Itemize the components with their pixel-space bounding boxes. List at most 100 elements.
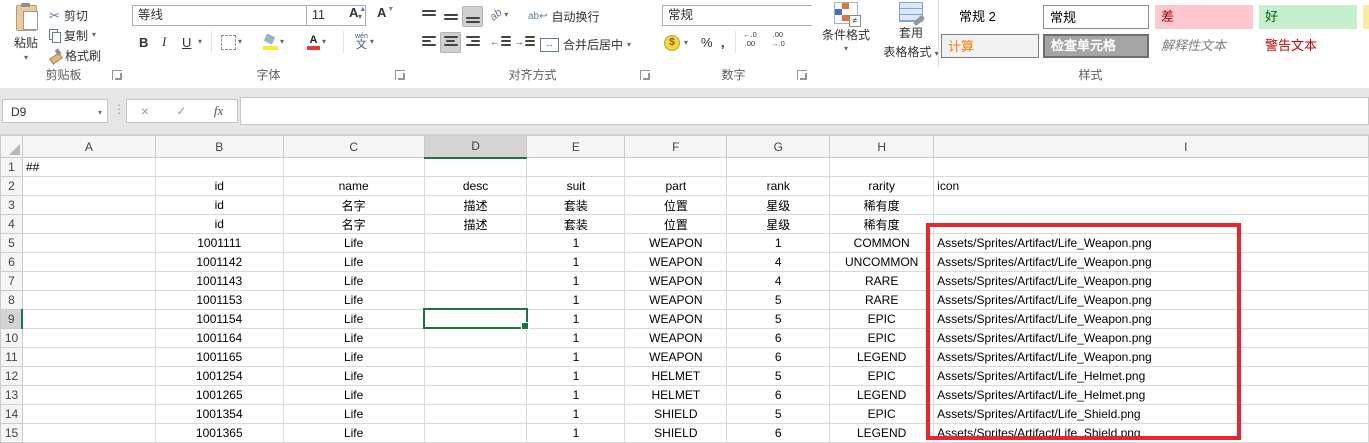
cell-G12[interactable]: 5 [727,367,830,386]
cell-A14[interactable] [22,405,155,424]
column-header-D[interactable]: D [424,136,527,158]
cell-E9[interactable]: 1 [527,310,625,329]
align-middle-button[interactable] [440,6,461,27]
cell-C9[interactable]: Life [283,310,424,329]
cell-style-chip-r2-3[interactable]: 警告文本 [1259,34,1357,58]
cell-G14[interactable]: 5 [727,405,830,424]
column-header-A[interactable]: A [22,136,155,158]
cell-G15[interactable]: 6 [727,424,830,443]
cell-H15[interactable]: LEGEND [830,424,934,443]
underline-caret[interactable]: ▾ [196,31,204,53]
cell-C12[interactable]: Life [283,367,424,386]
increase-indent-button[interactable]: → [514,36,535,49]
wrap-text-button[interactable]: ab↩ 自动换行 [528,8,600,25]
number-format-select[interactable]: 常规▾ [662,5,825,26]
cell-F4[interactable]: 位置 [625,215,727,234]
cell-E12[interactable]: 1 [527,367,625,386]
cell-D13[interactable] [424,386,527,405]
cell-style-chip-r2-1[interactable]: 检查单元格 [1043,34,1149,58]
cancel-icon[interactable]: × [141,103,149,119]
cell-B8[interactable]: 1001153 [155,291,283,310]
cell-F7[interactable]: WEAPON [625,272,727,291]
cell-H7[interactable]: RARE [830,272,934,291]
row-header-11[interactable]: 11 [1,348,23,367]
cell-B5[interactable]: 1001111 [155,234,283,253]
column-header-H[interactable]: H [830,136,934,158]
cell-F15[interactable]: SHIELD [625,424,727,443]
cell-I4[interactable] [934,215,1369,234]
row-header-15[interactable]: 15 [1,424,23,443]
cell-D14[interactable] [424,405,527,424]
accounting-format-button[interactable]: $▾ [664,35,688,51]
cell-G11[interactable]: 6 [727,348,830,367]
row-header-9[interactable]: 9 [1,310,23,329]
paste-button[interactable]: 粘贴 ▾ [4,3,48,65]
cell-G10[interactable]: 6 [727,329,830,348]
conditional-formatting-button[interactable]: ≠ 条件格式 ▾ [818,2,874,66]
clipboard-dialog-launcher-icon[interactable] [112,70,122,80]
row-header-12[interactable]: 12 [1,367,23,386]
cell-D15[interactable] [424,424,527,443]
select-all-corner[interactable] [1,136,23,158]
cell-D11[interactable] [424,348,527,367]
cell-C7[interactable]: Life [283,272,424,291]
row-header-1[interactable]: 1 [1,158,23,177]
merge-center-button[interactable]: ↔ 合并后居中 ▾ [540,36,631,53]
cell-D2[interactable]: desc [424,177,527,196]
cell-E11[interactable]: 1 [527,348,625,367]
cell-A7[interactable] [22,272,155,291]
row-header-8[interactable]: 8 [1,291,23,310]
row-header-7[interactable]: 7 [1,272,23,291]
cell-B13[interactable]: 1001265 [155,386,283,405]
align-bottom-button[interactable] [462,6,483,27]
cell-E3[interactable]: 套装 [527,196,625,215]
align-right-button[interactable] [462,32,483,53]
row-header-5[interactable]: 5 [1,234,23,253]
decrease-decimal-button[interactable]: .00 →.0 [771,31,785,47]
cell-G3[interactable]: 星级 [727,196,830,215]
cell-A5[interactable] [22,234,155,253]
increase-decimal-button[interactable]: ←.0 .00 [743,31,757,47]
cell-F6[interactable]: WEAPON [625,253,727,272]
cell-I12[interactable]: Assets/Sprites/Artifact/Life_Helmet.png [934,367,1369,386]
cell-D1[interactable] [424,158,527,177]
cell-I11[interactable]: Assets/Sprites/Artifact/Life_Weapon.png [934,348,1369,367]
cell-D5[interactable] [424,234,527,253]
row-header-6[interactable]: 6 [1,253,23,272]
cell-A9[interactable] [22,310,155,329]
cell-I9[interactable]: Assets/Sprites/Artifact/Life_Weapon.png [934,310,1369,329]
cell-B10[interactable]: 1001164 [155,329,283,348]
cell-A15[interactable] [22,424,155,443]
formula-input[interactable] [240,97,1369,125]
cell-C10[interactable]: Life [283,329,424,348]
cell-C2[interactable]: name [283,177,424,196]
cell-F3[interactable]: 位置 [625,196,727,215]
cell-I5[interactable]: Assets/Sprites/Artifact/Life_Weapon.png [934,234,1369,253]
cell-E10[interactable]: 1 [527,329,625,348]
cell-H9[interactable]: EPIC [830,310,934,329]
cell-A12[interactable] [22,367,155,386]
cell-D9[interactable] [424,310,527,329]
bold-button[interactable]: B [137,31,150,53]
cell-A2[interactable] [22,177,155,196]
cell-H8[interactable]: RARE [830,291,934,310]
cell-A3[interactable] [22,196,155,215]
cell-B7[interactable]: 1001143 [155,272,283,291]
underline-button[interactable]: U [180,31,193,53]
cell-style-chip-r2-2[interactable]: 解释性文本 [1155,34,1253,58]
cell-I6[interactable]: Assets/Sprites/Artifact/Life_Weapon.png [934,253,1369,272]
cell-F5[interactable]: WEAPON [625,234,727,253]
cell-F2[interactable]: part [625,177,727,196]
cell-B12[interactable]: 1001254 [155,367,283,386]
cell-G9[interactable]: 5 [727,310,830,329]
enter-icon[interactable]: ✓ [176,104,186,118]
cell-H5[interactable]: COMMON [830,234,934,253]
cell-B6[interactable]: 1001142 [155,253,283,272]
font-dialog-launcher-icon[interactable] [395,70,405,80]
orientation-button[interactable]: ab ▾ [490,9,508,21]
cell-style-chip-r1-3[interactable]: 好 [1259,5,1357,29]
cell-I1[interactable] [934,158,1369,177]
italic-button[interactable]: I [160,31,168,53]
cell-I7[interactable]: Assets/Sprites/Artifact/Life_Weapon.png [934,272,1369,291]
cell-F11[interactable]: WEAPON [625,348,727,367]
